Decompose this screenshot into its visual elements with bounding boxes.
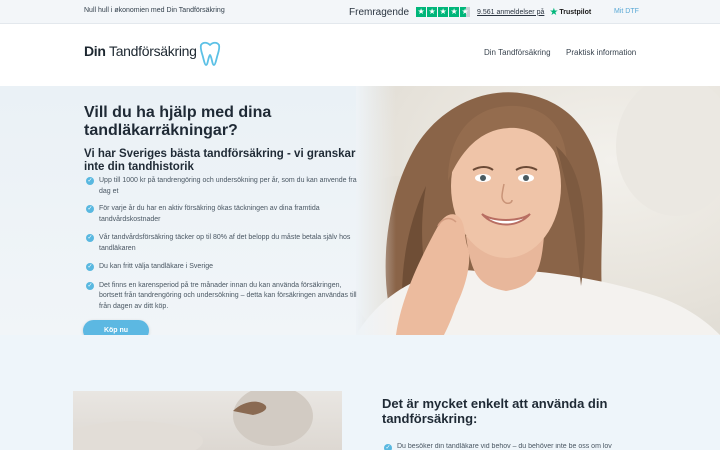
star-icon: ★ xyxy=(416,7,427,17)
benefit-text: Det finns en karensperiod på tre månader… xyxy=(99,281,357,310)
section-photo-art xyxy=(73,391,313,450)
benefit-item: ✓ För varje år du har en aktiv försäkring… xyxy=(86,204,358,225)
nav-din-tandforsakring[interactable]: Din Tandförsäkring xyxy=(484,48,551,57)
step-item: ✓ Du besöker din tandläkare vid behov – … xyxy=(384,443,664,450)
logo-text-rest: Tandförsäkring xyxy=(105,43,197,59)
benefit-text: Upp till 1000 kr på tandrengöring och un… xyxy=(99,177,357,195)
check-icon: ✓ xyxy=(86,177,94,185)
logo-text: Din Tandförsäkring xyxy=(84,43,197,59)
trustpilot-brand: Trustpilot xyxy=(559,8,592,16)
step-text: Du besöker din tandläkare vid behov – du… xyxy=(397,443,612,450)
benefit-item: ✓ Du kan fritt välja tandläkare i Sverige xyxy=(86,262,358,273)
trustpilot-reviews-link[interactable]: 9.561 anmeldelser på xyxy=(477,9,544,16)
section-title: Det är mycket enkelt att använda din tan… xyxy=(382,396,608,426)
benefit-item: ✓ Det finns en karensperiod på tre månade… xyxy=(86,281,358,313)
benefits-list: ✓ Upp till 1000 kr på tandrengöring och u… xyxy=(86,176,358,312)
my-account-link[interactable]: Mit DTF xyxy=(614,8,639,15)
trustpilot-stars: ★ ★ ★ ★ ★ xyxy=(416,7,471,17)
star-icon: ★ xyxy=(449,7,460,17)
check-icon: ✓ xyxy=(86,263,94,271)
woman-illustration xyxy=(356,86,720,335)
star-icon: ★ xyxy=(438,7,449,17)
benefit-text: Vår tandvårdsförsäkring täcker op til 80… xyxy=(99,234,351,252)
site-header: Din Tandförsäkring Din Tandförsäkring Pr… xyxy=(0,24,720,86)
benefit-text: För varje år du har en aktiv försäkring … xyxy=(99,205,320,223)
star-icon: ★ xyxy=(427,7,438,17)
hero-title: Vill du ha hjälp med dina tandläkarräkni… xyxy=(84,104,272,139)
benefit-item: ✓ Vår tandvårdsförsäkring täcker op til 8… xyxy=(86,233,358,254)
top-bar: Null hull i økonomien med Din Tandförsäk… xyxy=(0,0,720,24)
tooth-icon xyxy=(199,41,220,66)
logo-text-bold: Din xyxy=(84,43,106,59)
benefit-item: ✓ Upp till 1000 kr på tandrengöring och u… xyxy=(86,176,358,197)
trustpilot-rating-label: Fremragende xyxy=(349,6,410,18)
check-icon: ✓ xyxy=(86,281,94,290)
nav-praktisk-information[interactable]: Praktisk information xyxy=(566,48,636,57)
trustpilot-widget[interactable]: Fremragende ★ ★ ★ ★ ★ 9.561 anmeldelser … xyxy=(349,5,591,19)
hero-subtitle: Vi har Sveriges bästa tandförsäkring - v… xyxy=(84,148,356,173)
benefit-text: Du kan fritt välja tandläkare i Sverige xyxy=(99,263,213,270)
trustpilot-logo-icon: ★ xyxy=(549,6,559,18)
star-half-icon: ★ xyxy=(460,7,471,17)
logo[interactable]: Din Tandförsäkring xyxy=(84,41,221,67)
check-icon: ✓ xyxy=(86,234,94,242)
tagline: Null hull i økonomien med Din Tandförsäk… xyxy=(84,7,225,14)
check-icon: ✓ xyxy=(384,444,392,450)
section-photo xyxy=(73,391,342,450)
hero-photo-smiling-woman xyxy=(356,86,720,335)
check-icon: ✓ xyxy=(86,205,94,213)
